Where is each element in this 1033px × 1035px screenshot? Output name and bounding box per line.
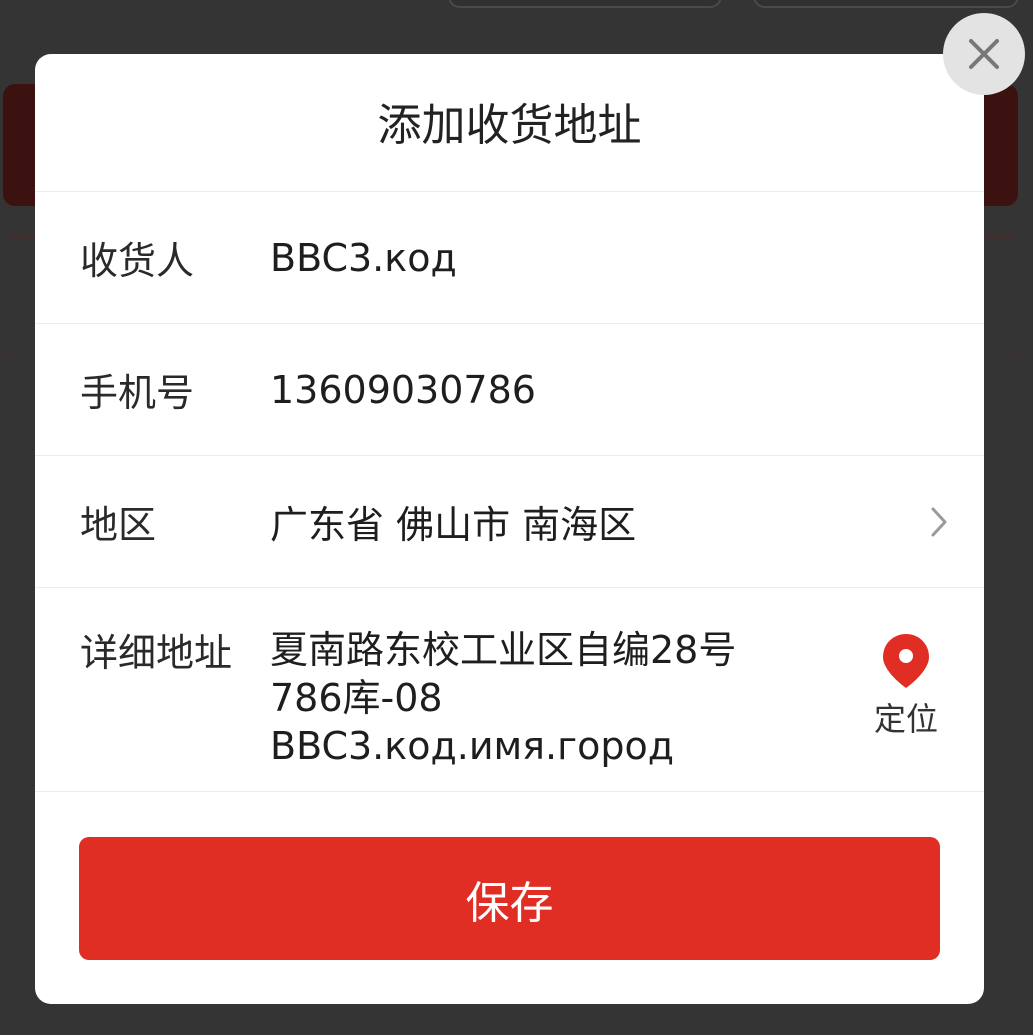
address-row[interactable]: 详细地址 夏南路东校工业区自编28号 786库-08 BBC3.код.имя.…	[35, 588, 984, 792]
chevron-right-icon[interactable]	[930, 506, 948, 542]
save-button[interactable]: 保存	[79, 837, 940, 960]
dialog-title: 添加收货地址	[35, 54, 984, 192]
map-pin-icon	[883, 634, 929, 688]
phone-field[interactable]: 13609030786	[270, 324, 536, 455]
region-label: 地区	[80, 503, 157, 547]
region-row[interactable]: 地区 广东省 佛山市 南海区	[35, 456, 984, 588]
locate-button[interactable]: 定位	[870, 632, 942, 740]
recipient-label: 收货人	[80, 239, 195, 283]
phone-row[interactable]: 手机号 13609030786	[35, 324, 984, 456]
recipient-row[interactable]: 收货人 BBC3.код	[35, 192, 984, 324]
background-control	[753, 0, 1019, 8]
close-icon	[969, 39, 999, 69]
address-label: 详细地址	[80, 631, 233, 675]
region-field[interactable]: 广东省 佛山市 南海区	[270, 456, 636, 587]
locate-label: 定位	[873, 700, 938, 738]
recipient-field[interactable]: BBC3.код	[270, 192, 457, 323]
add-address-dialog: 添加收货地址 收货人 BBC3.код 手机号 13609030786 地区 广…	[35, 54, 984, 1004]
background-control	[448, 0, 722, 8]
phone-label: 手机号	[80, 371, 195, 415]
address-field[interactable]: 夏南路东校工业区自编28号 786库-08 BBC3.код.имя.город	[270, 626, 830, 770]
close-button[interactable]	[943, 13, 1025, 95]
